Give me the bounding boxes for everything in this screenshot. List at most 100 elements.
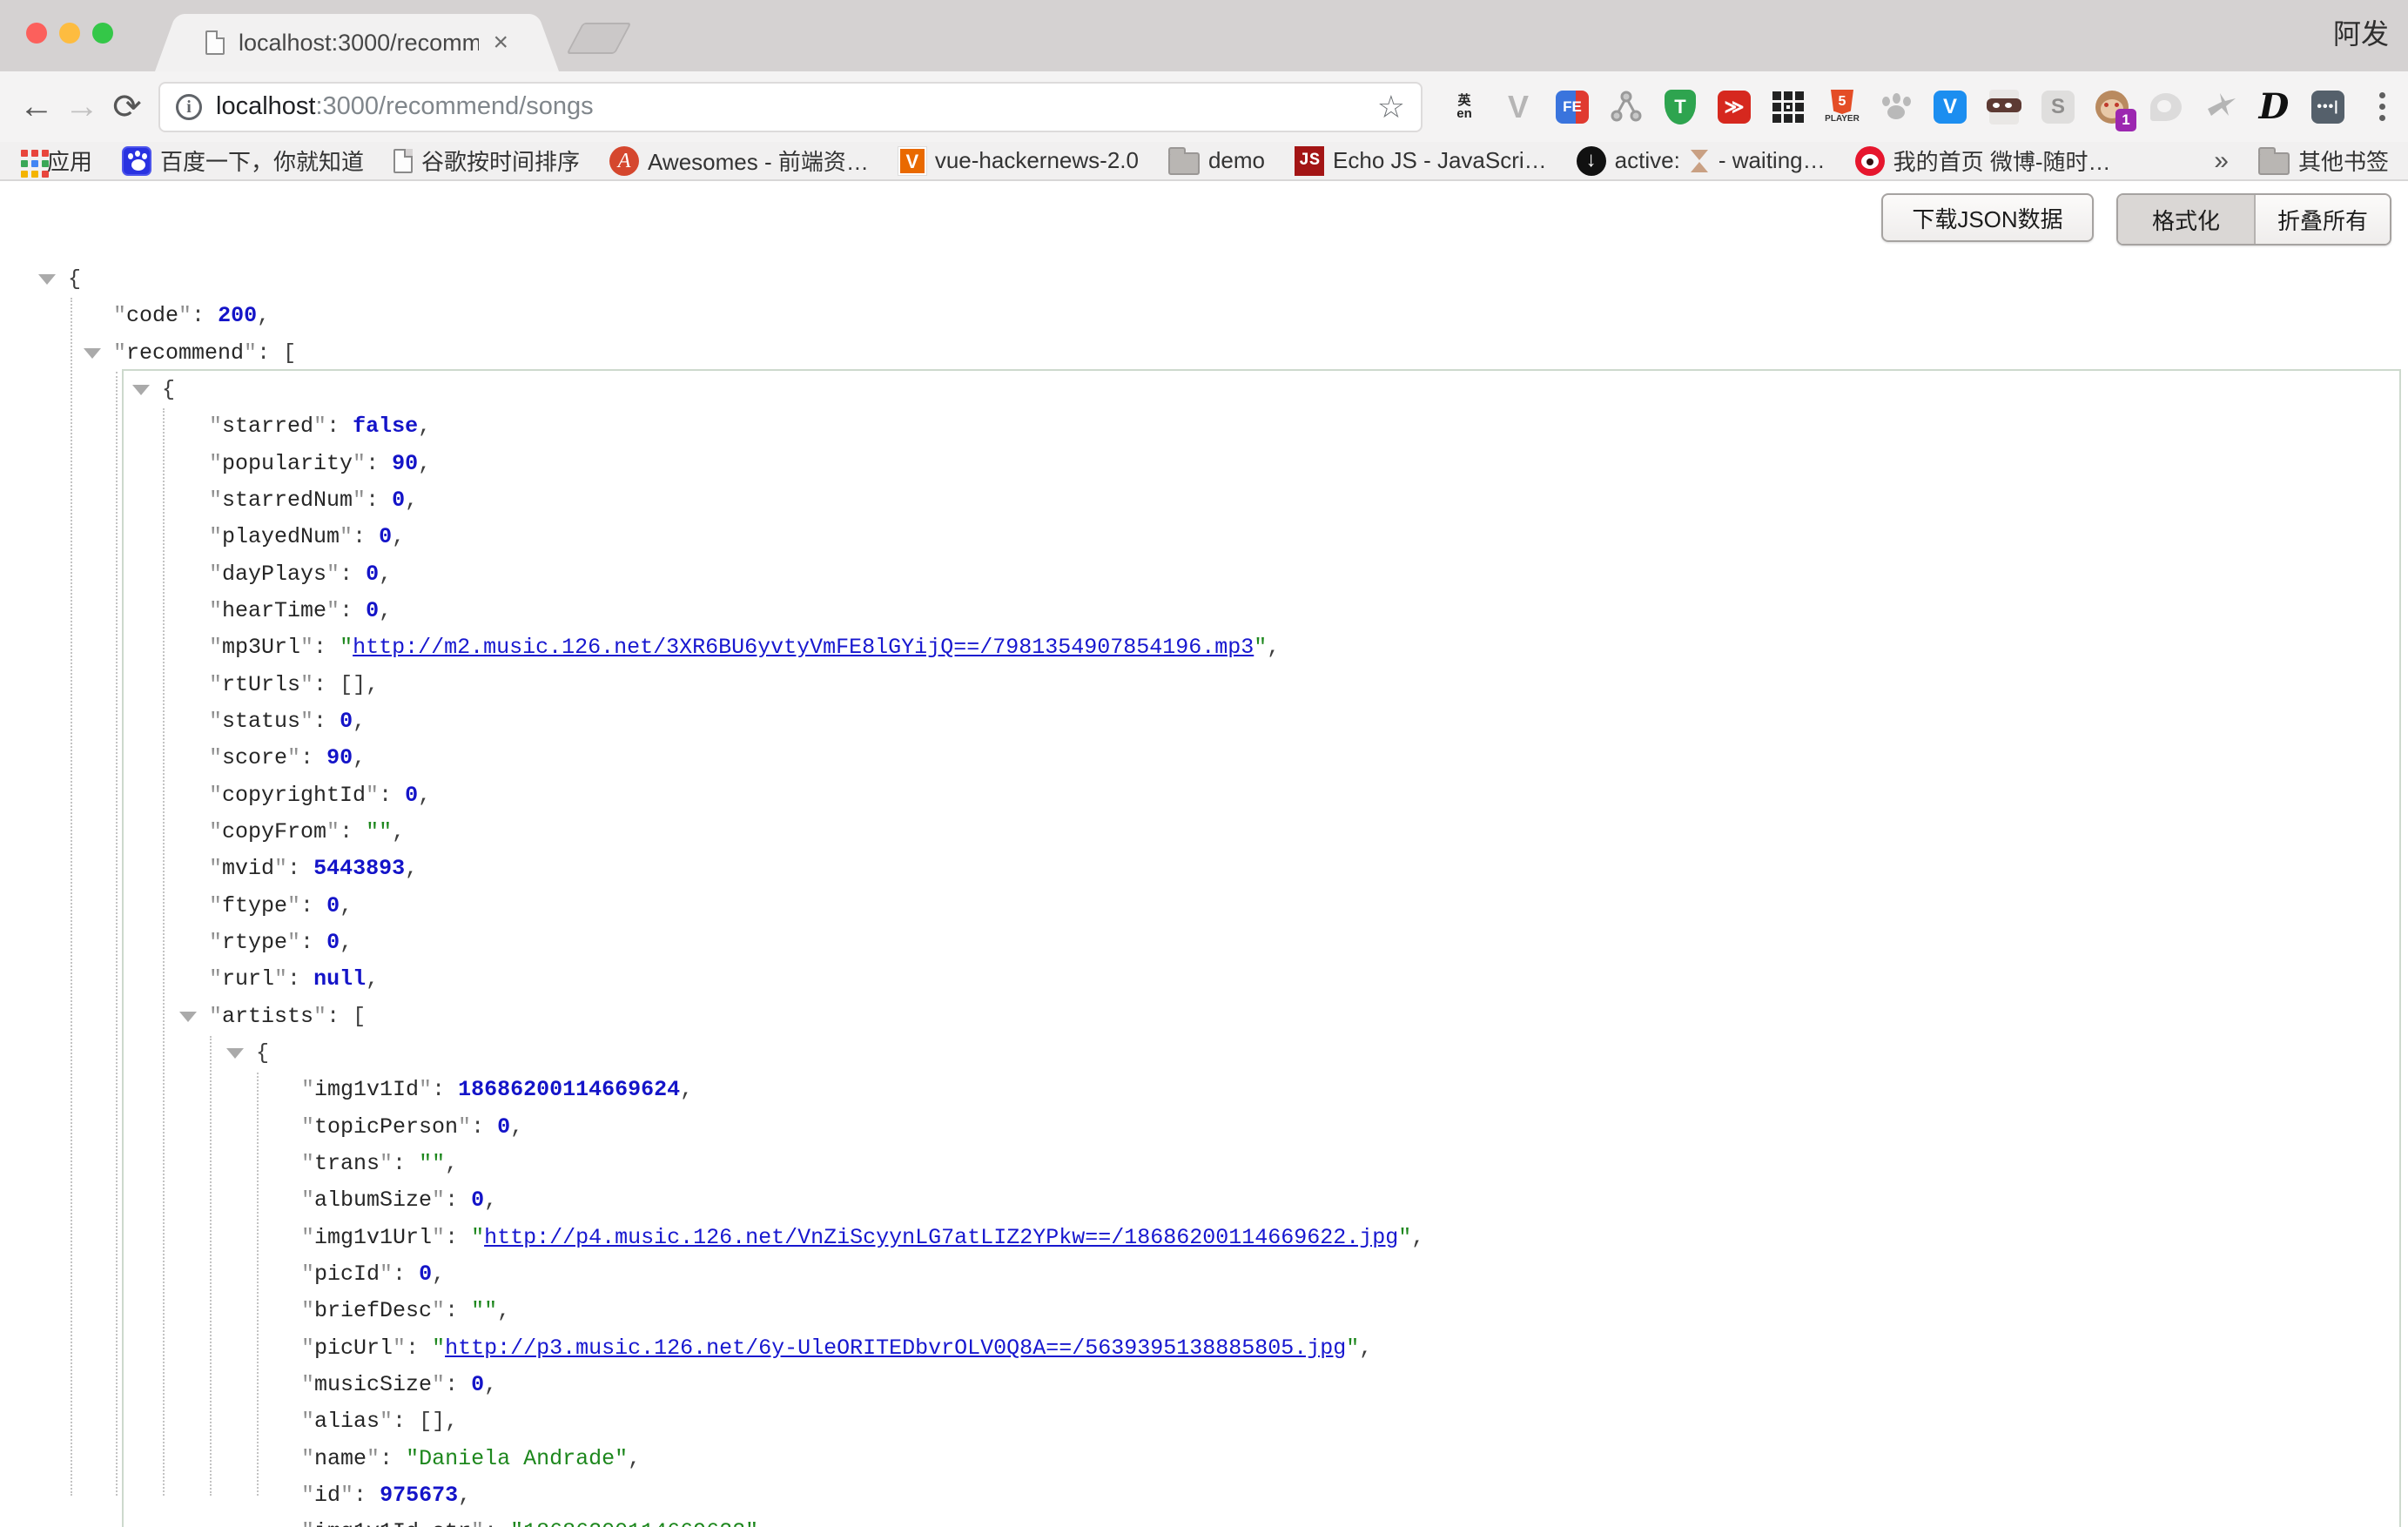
- collapse-triangle-icon[interactable]: [38, 274, 56, 285]
- json-row: "copyrightId": 0,: [0, 777, 2408, 814]
- bookmark-awesomes[interactable]: AAwesomes - 前端资…: [609, 145, 869, 177]
- site-info-icon[interactable]: i: [176, 94, 202, 120]
- vue-devtools-icon[interactable]: V: [1501, 90, 1536, 124]
- html5-player-extension-icon[interactable]: 5PLAYER: [1825, 90, 1860, 124]
- back-icon[interactable]: ←: [14, 87, 59, 126]
- new-tab-button[interactable]: [566, 23, 631, 54]
- bookmark-folder-demo[interactable]: demo: [1168, 147, 1265, 175]
- browser-window: localhost:3000/recommend/so × 阿发 ← → ⟳ i…: [0, 0, 2408, 1527]
- json-string-value: "": [419, 1151, 445, 1176]
- page-content: 下载JSON数据 格式化 折叠所有 {"code": 200,"recommen…: [0, 181, 2408, 1487]
- json-row: "starred": false,: [0, 408, 2408, 445]
- json-row: "recommend": [: [0, 335, 2408, 372]
- s-extension-icon[interactable]: S: [2041, 90, 2075, 124]
- json-string-value: "": [366, 819, 392, 844]
- json-key: topicPerson: [314, 1114, 458, 1140]
- json-row: "playedNum": 0,: [0, 519, 2408, 555]
- minimize-window-button[interactable]: [59, 23, 80, 44]
- json-key: alias: [314, 1409, 380, 1434]
- maximize-window-button[interactable]: [92, 23, 113, 44]
- json-key: albumSize: [314, 1187, 432, 1213]
- baidu-paw-icon: [122, 146, 151, 176]
- json-open-bracket: [: [283, 340, 296, 366]
- json-number-value: 200: [218, 303, 257, 328]
- bookmark-baidu[interactable]: 百度一下，你就知道: [122, 145, 364, 177]
- chrome-menu-icon[interactable]: [2364, 90, 2399, 124]
- browser-tab[interactable]: localhost:3000/recommend/so ×: [183, 14, 531, 71]
- json-row: "rtUrls": [],: [0, 667, 2408, 703]
- bookmark-active[interactable]: ↓active:- waiting…: [1577, 146, 1826, 176]
- bookmark-vue-hackernews[interactable]: Vvue-hackernews-2.0: [898, 147, 1139, 175]
- shield-extension-icon[interactable]: T: [1663, 90, 1698, 124]
- json-url-link[interactable]: http://p4.music.126.net/VnZiScyynLG7atLI…: [484, 1225, 1398, 1250]
- collapse-triangle-icon[interactable]: [132, 385, 150, 395]
- bookmark-other-folder[interactable]: 其他书签: [2258, 145, 2389, 177]
- bookmarks-bar: 应用 百度一下，你就知道 谷歌按时间排序 AAwesomes - 前端资… Vv…: [0, 142, 2408, 181]
- json-string-value: "18686200114669622": [510, 1519, 758, 1527]
- json-key: score: [222, 745, 287, 770]
- json-key: img1v1Url: [314, 1225, 432, 1250]
- reload-icon[interactable]: ⟳: [104, 87, 150, 127]
- qr-code-extension-icon[interactable]: [1771, 90, 1806, 124]
- json-row: "hearTime": 0,: [0, 593, 2408, 629]
- json-row: "starredNum": 0,: [0, 482, 2408, 519]
- collapse-triangle-icon[interactable]: [179, 1012, 197, 1022]
- json-key: rtype: [222, 930, 287, 955]
- json-url-link[interactable]: http://p3.music.126.net/6y-UleORITEDbvrO…: [445, 1335, 1346, 1361]
- tampermonkey-extension-icon[interactable]: 1: [2095, 90, 2129, 124]
- json-number-value: 0: [471, 1187, 484, 1213]
- tab-close-icon[interactable]: ×: [493, 28, 508, 57]
- bookmark-weibo[interactable]: 我的首页 微博-随时…: [1855, 145, 2111, 177]
- translate-extension-icon[interactable]: 英en: [1447, 90, 1482, 124]
- json-key: picId: [314, 1261, 380, 1287]
- close-window-button[interactable]: [26, 23, 47, 44]
- js-icon: JS: [1295, 146, 1324, 176]
- proxy-mask-extension-icon[interactable]: [1987, 90, 2021, 124]
- traffic-lights: [26, 23, 113, 44]
- toolbar: ← → ⟳ i localhost:3000/recommend/songs ☆…: [0, 71, 2408, 142]
- json-key: status: [222, 709, 300, 734]
- down-arrow-circle-icon: ↓: [1577, 146, 1606, 176]
- weibo-faded-extension-icon[interactable]: [2149, 90, 2183, 124]
- bookmarks-overflow-chevron[interactable]: »: [2214, 146, 2229, 176]
- json-row: "picId": 0,: [0, 1256, 2408, 1293]
- json-number-value: 0: [471, 1372, 484, 1397]
- paw-extension-icon[interactable]: [1879, 90, 1914, 124]
- fe-extension-icon[interactable]: FE: [1555, 90, 1590, 124]
- sitemap-extension-icon[interactable]: [1609, 90, 1644, 124]
- folder-icon: [1168, 152, 1200, 175]
- folder-icon: [2258, 152, 2290, 175]
- bookmark-star-icon[interactable]: ☆: [1377, 89, 1405, 125]
- apps-grid-icon: [21, 150, 28, 157]
- hummingbird-extension-icon[interactable]: [2203, 90, 2237, 124]
- json-row: "mp3Url": "http://m2.music.126.net/3XR6B…: [0, 629, 2408, 666]
- json-number-value: 0: [497, 1114, 510, 1140]
- json-key: artists: [222, 1004, 313, 1029]
- tampermonkey-badge: 1: [2115, 109, 2136, 131]
- bookmark-apps[interactable]: 应用: [19, 145, 92, 177]
- bookmark-echojs[interactable]: JSEcho JS - JavaScri…: [1295, 146, 1547, 176]
- password-manager-extension-icon[interactable]: •••|: [2310, 90, 2345, 124]
- json-row: "copyFrom": "",: [0, 814, 2408, 851]
- json-url-link[interactable]: http://m2.music.126.net/3XR6BU6yvtyVmFE8…: [353, 635, 1254, 660]
- json-number-value: 0: [379, 524, 392, 549]
- profile-name[interactable]: 阿发: [2333, 12, 2389, 52]
- json-row: "popularity": 90,: [0, 446, 2408, 482]
- collapse-triangle-icon[interactable]: [84, 348, 101, 359]
- json-tree: {"code": 200,"recommend": [{"starred": f…: [0, 261, 2408, 1527]
- collapse-triangle-icon[interactable]: [226, 1048, 244, 1059]
- json-number-value: 0: [326, 930, 340, 955]
- json-empty-array: []: [419, 1409, 445, 1434]
- json-row: "mvid": 5443893,: [0, 851, 2408, 887]
- page-icon: [393, 149, 413, 173]
- bookmark-google-sort[interactable]: 谷歌按时间排序: [393, 145, 580, 177]
- fast-forward-extension-icon[interactable]: ≫: [1717, 90, 1752, 124]
- address-bar[interactable]: i localhost:3000/recommend/songs ☆: [158, 82, 1423, 132]
- blue-checklist-extension-icon[interactable]: V: [1933, 90, 1967, 124]
- json-key: starredNum: [222, 488, 353, 513]
- json-key: picUrl: [314, 1335, 393, 1361]
- d-extension-icon[interactable]: D: [2257, 90, 2291, 124]
- json-key: hearTime: [222, 598, 326, 623]
- json-key: copyFrom: [222, 819, 326, 844]
- url-text[interactable]: localhost:3000/recommend/songs: [216, 92, 594, 121]
